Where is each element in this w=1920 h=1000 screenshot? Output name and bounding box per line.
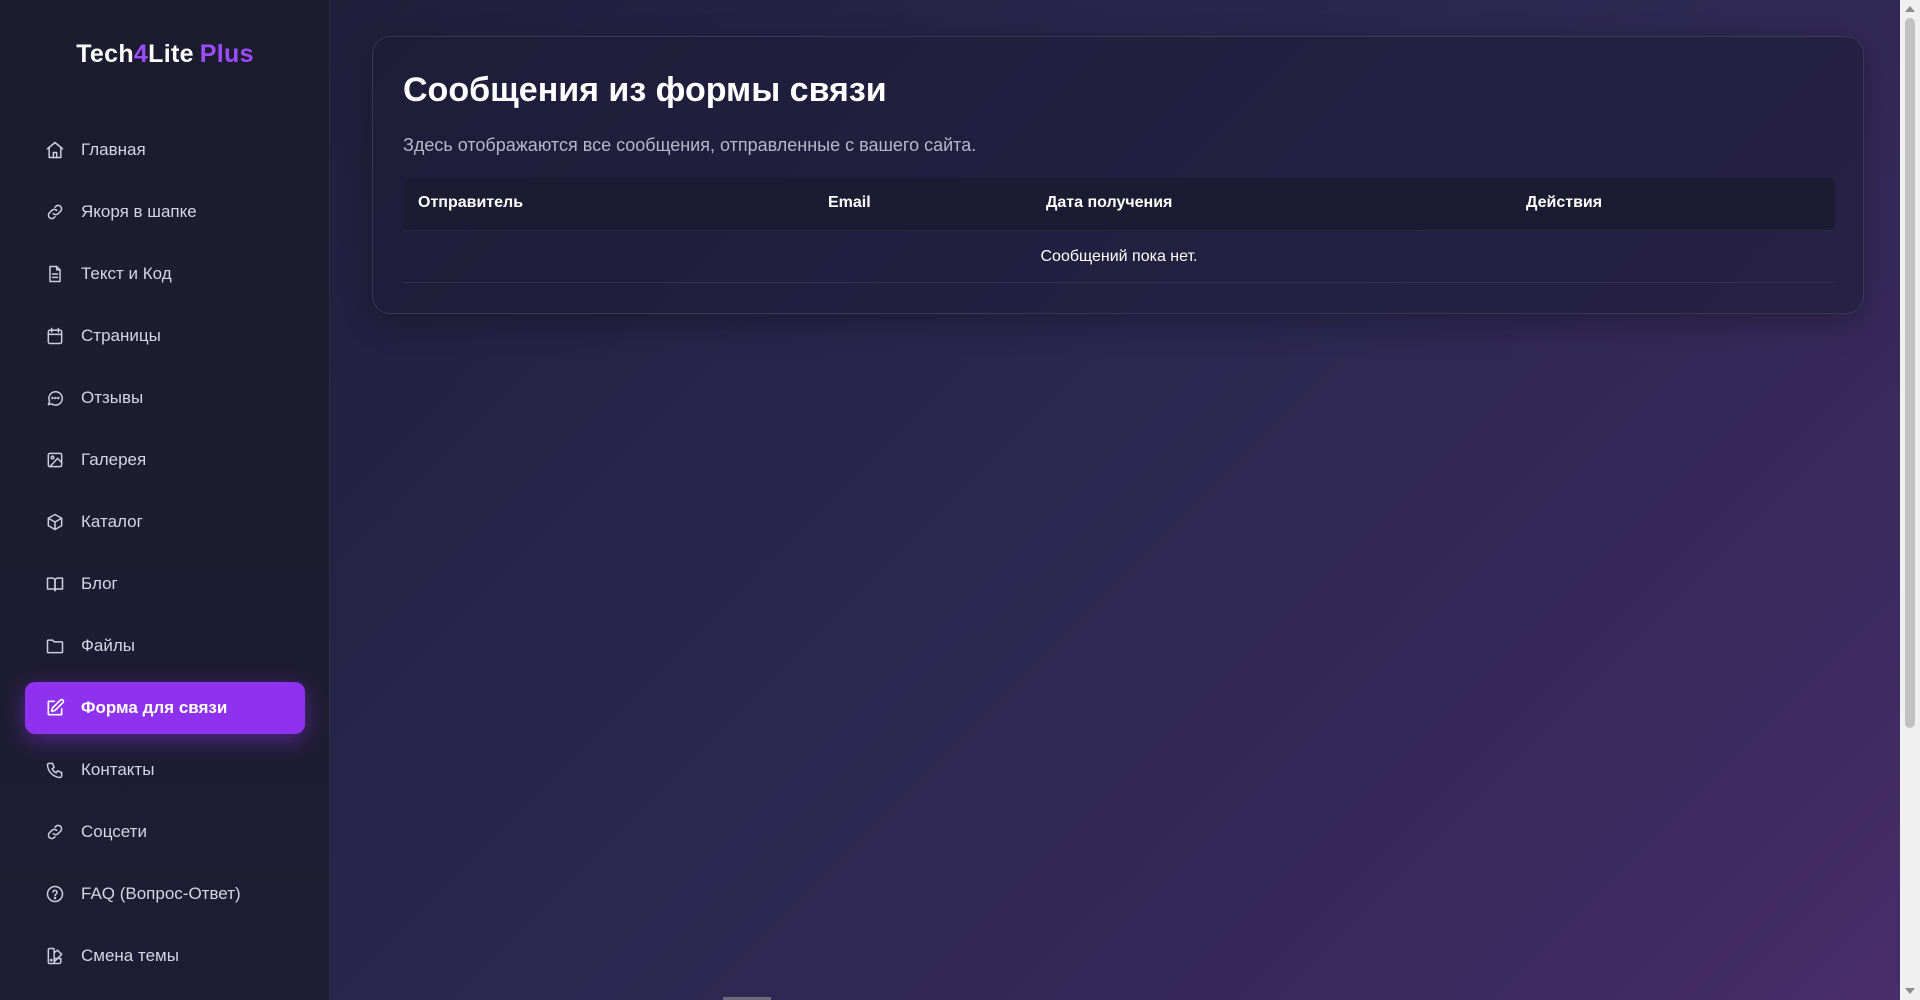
edit-icon xyxy=(45,698,65,718)
home-icon xyxy=(45,140,65,160)
palette-icon xyxy=(45,946,65,966)
sidebar-item-catalog[interactable]: Каталог xyxy=(25,496,305,548)
sidebar-item-files[interactable]: Файлы xyxy=(25,620,305,672)
scroll-up-arrow-icon[interactable] xyxy=(1905,6,1915,12)
column-header-sender: Отправитель xyxy=(418,194,524,211)
sidebar-item-label: FAQ (Вопрос-Ответ) xyxy=(81,884,241,903)
sidebar-item-label: Смена темы xyxy=(81,946,179,965)
column-header-actions: Действия xyxy=(1526,194,1603,211)
sidebar-item-label: Контакты xyxy=(81,760,155,779)
messages-card: Сообщения из формы связи Здесь отображаю… xyxy=(372,36,1864,314)
sidebar-item-label: Якоря в шапке xyxy=(81,202,197,221)
brand-part-plus: Plus xyxy=(199,40,254,68)
empty-state-row: Сообщений пока нет. xyxy=(403,230,1835,283)
sidebar-item-social[interactable]: Соцсети xyxy=(25,806,305,858)
folder-icon xyxy=(45,636,65,656)
image-icon xyxy=(45,450,65,470)
sidebar-item-label: Файлы xyxy=(81,636,136,655)
sidebar-item-label: Форма для связи xyxy=(81,698,228,717)
sidebar-item-label: Главная xyxy=(81,140,146,159)
column-header-email: Email xyxy=(828,194,871,211)
main-content: Сообщения из формы связи Здесь отображаю… xyxy=(330,0,1900,1000)
scroll-down-arrow-icon[interactable] xyxy=(1905,988,1915,994)
brand-part-four: 4 xyxy=(133,40,149,68)
sidebar-item-gallery[interactable]: Галерея xyxy=(25,434,305,486)
brand-part-lite: Lite xyxy=(148,40,194,68)
chat-bubble-icon xyxy=(45,388,65,408)
sidebar-item-blog[interactable]: Блог xyxy=(25,558,305,610)
brand-logo[interactable]: Tech4Lite Plus xyxy=(0,40,330,69)
sidebar-nav: Главная Якоря в шапке Текст и Код Страни… xyxy=(25,124,305,992)
link-icon xyxy=(45,822,65,842)
sidebar-item-label: Блог xyxy=(81,574,118,593)
vertical-scrollbar[interactable] xyxy=(1900,0,1920,1000)
sidebar-item-contact-form[interactable]: Форма для связи xyxy=(25,682,305,734)
sidebar-item-label: Страницы xyxy=(81,326,161,345)
sidebar-item-text-code[interactable]: Текст и Код xyxy=(25,248,305,300)
sidebar-item-home[interactable]: Главная xyxy=(25,124,305,176)
page-subtitle: Здесь отображаются все сообщения, отправ… xyxy=(403,135,977,155)
sidebar: Tech4Lite Plus Главная Якоря в шапке Текс… xyxy=(0,0,330,1000)
sidebar-item-header-anchors[interactable]: Якоря в шапке xyxy=(25,186,305,238)
sidebar-item-label: Галерея xyxy=(81,450,147,469)
page-title: Сообщения из формы связи xyxy=(403,71,887,109)
box-icon xyxy=(45,512,65,532)
sidebar-item-label: Отзывы xyxy=(81,388,144,407)
sidebar-item-label: Соцсети xyxy=(81,822,147,841)
sidebar-item-pages[interactable]: Страницы xyxy=(25,310,305,362)
calendar-icon xyxy=(45,326,65,346)
brand-part-tech: Tech xyxy=(76,40,134,68)
sidebar-item-reviews[interactable]: Отзывы xyxy=(25,372,305,424)
phone-icon xyxy=(45,760,65,780)
question-circle-icon xyxy=(45,884,65,904)
scrollbar-thumb[interactable] xyxy=(1905,18,1915,728)
book-icon xyxy=(45,574,65,594)
column-header-date: Дата получения xyxy=(1046,194,1173,211)
sidebar-item-theme[interactable]: Смена темы xyxy=(25,930,305,982)
sidebar-item-label: Каталог xyxy=(81,512,143,531)
sidebar-item-label: Текст и Код xyxy=(81,264,172,283)
sidebar-item-faq[interactable]: FAQ (Вопрос-Ответ) xyxy=(25,868,305,920)
table-header: Отправитель Email Дата получения Действи… xyxy=(403,178,1835,230)
messages-table: Отправитель Email Дата получения Действи… xyxy=(403,178,1835,283)
sidebar-item-contacts[interactable]: Контакты xyxy=(25,744,305,796)
document-icon xyxy=(45,264,65,284)
app-root: Tech4Lite Plus Главная Якоря в шапке Текс… xyxy=(0,0,1920,1000)
link-icon xyxy=(45,202,65,222)
